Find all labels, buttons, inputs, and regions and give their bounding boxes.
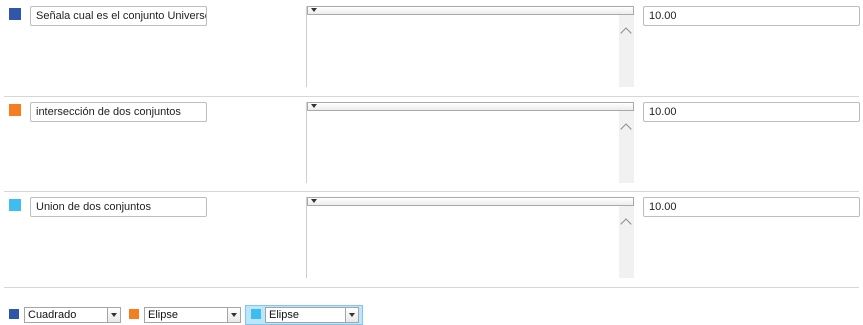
shape-selector-1: Cuadrado: [0, 306, 122, 324]
color-swatch-1: [9, 8, 21, 20]
shape-select-3[interactable]: Elipse: [265, 307, 359, 323]
shape-color-swatch-3: [251, 309, 261, 319]
scrollbar-2[interactable]: [619, 111, 634, 183]
shape-select-1[interactable]: Cuadrado: [24, 307, 121, 323]
answer-text-area-3[interactable]: [306, 197, 634, 278]
text-area-toolbar-3[interactable]: [307, 197, 634, 206]
chevron-down-icon[interactable]: [311, 8, 317, 12]
answer-label-input-2[interactable]: intersección de dos conjuntos: [30, 102, 207, 122]
shape-selector-2: Elipse: [126, 306, 242, 324]
app-root: Señala cual es el conjunto Universo 10.0…: [0, 0, 863, 325]
shape-color-swatch-2: [129, 309, 139, 319]
shape-select-value: Cuadrado: [28, 309, 77, 321]
answer-text-area-1[interactable]: [306, 6, 634, 87]
chevron-down-icon[interactable]: [345, 308, 358, 322]
chevron-up-icon[interactable]: [620, 27, 632, 39]
chevron-down-icon[interactable]: [311, 199, 317, 203]
chevron-down-icon[interactable]: [311, 104, 317, 108]
answer-row-3: Union de dos conjuntos 10.00: [0, 191, 863, 286]
scrollbar-3[interactable]: [619, 206, 634, 278]
chevron-down-icon[interactable]: [107, 308, 120, 322]
section-divider: [4, 287, 859, 288]
answer-value-input-3[interactable]: 10.00: [643, 197, 860, 217]
chevron-down-icon[interactable]: [227, 308, 240, 322]
chevron-up-icon[interactable]: [620, 123, 632, 135]
text-area-toolbar-1[interactable]: [307, 6, 634, 15]
color-swatch-3: [9, 199, 21, 211]
shape-color-swatch-1: [9, 309, 19, 319]
shape-select-value: Elipse: [148, 309, 178, 321]
answer-value-input-1[interactable]: 10.00: [643, 6, 860, 26]
answer-row-1: Señala cual es el conjunto Universo 10.0…: [0, 0, 863, 95]
shape-selector-3: Elipse: [245, 306, 363, 324]
shape-select-value: Elipse: [269, 309, 299, 321]
answer-label-input-3[interactable]: Union de dos conjuntos: [30, 197, 207, 217]
color-swatch-2: [9, 104, 21, 116]
answer-row-2: intersección de dos conjuntos 10.00: [0, 96, 863, 191]
text-area-toolbar-2[interactable]: [307, 102, 634, 111]
answer-label-input-1[interactable]: Señala cual es el conjunto Universo: [30, 6, 207, 26]
scrollbar-1[interactable]: [619, 15, 634, 87]
shape-select-2[interactable]: Elipse: [144, 307, 241, 323]
chevron-up-icon[interactable]: [620, 218, 632, 230]
answer-value-input-2[interactable]: 10.00: [643, 102, 860, 122]
shape-selectors: Cuadrado Elipse Elipse: [0, 305, 863, 325]
answer-text-area-2[interactable]: [306, 102, 634, 183]
